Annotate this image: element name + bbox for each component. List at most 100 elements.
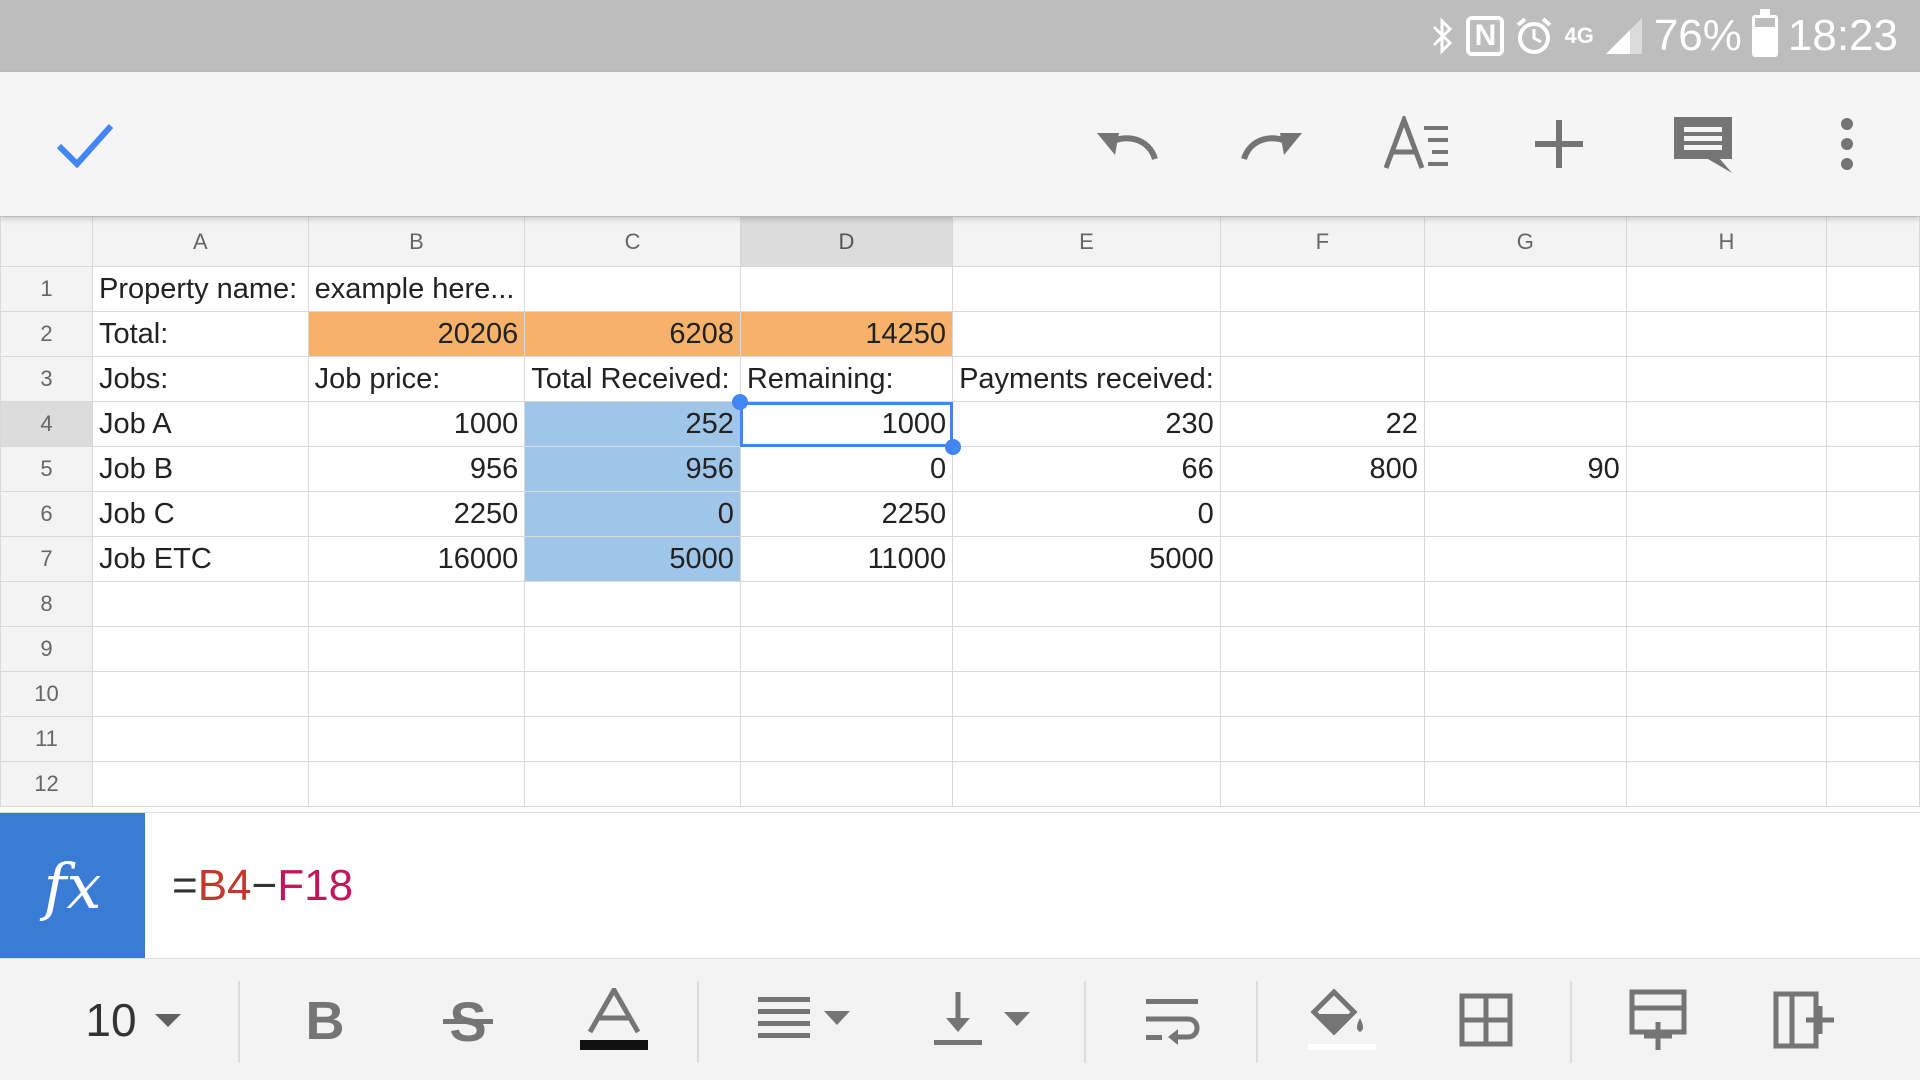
cell-h7[interactable] (1625, 536, 1828, 582)
cell-f4[interactable]: 22 (1219, 401, 1425, 447)
cell-h9[interactable] (1625, 626, 1828, 672)
cell-e6[interactable]: 0 (952, 491, 1221, 537)
cell-b7[interactable]: 16000 (307, 536, 526, 582)
column-header-a[interactable]: A (91, 216, 309, 267)
insert-column-button[interactable] (1762, 959, 1846, 1080)
cell-c3[interactable]: Total Received: (524, 356, 741, 402)
cell-a9[interactable] (91, 626, 309, 672)
borders-button[interactable] (1446, 959, 1526, 1080)
text-format-button[interactable] (1362, 72, 1472, 216)
cell-a2[interactable]: Total: (91, 311, 309, 357)
cell-e9[interactable] (952, 626, 1221, 672)
insert-button[interactable] (1504, 72, 1614, 216)
selection-handle-bottom[interactable] (944, 438, 961, 455)
cell-b3[interactable]: Job price: (307, 356, 526, 402)
cell-e7[interactable]: 5000 (952, 536, 1221, 582)
cell-g8[interactable] (1423, 581, 1627, 627)
cell-b6[interactable]: 2250 (307, 491, 526, 537)
row-header-3[interactable]: 3 (0, 356, 93, 402)
cell-a8[interactable] (91, 581, 309, 627)
strikethrough-button[interactable]: S (428, 959, 508, 1080)
cell-h5[interactable] (1625, 446, 1828, 492)
cell-d2[interactable]: 14250 (739, 311, 954, 357)
cell-g7[interactable] (1423, 536, 1627, 582)
cell-f1[interactable] (1219, 266, 1425, 312)
cell-c5[interactable]: 956 (524, 446, 741, 492)
row-header-2[interactable]: 2 (0, 311, 93, 357)
cell-d6[interactable]: 2250 (739, 491, 954, 537)
cell-b8[interactable] (307, 581, 526, 627)
cell-h10[interactable] (1625, 671, 1828, 717)
cell-d9[interactable] (739, 626, 954, 672)
cell-h2[interactable] (1625, 311, 1828, 357)
cell-g1[interactable] (1423, 266, 1627, 312)
cell-f3[interactable] (1219, 356, 1425, 402)
cell-g10[interactable] (1423, 671, 1627, 717)
cell-e11[interactable] (952, 716, 1221, 762)
cell-h12[interactable] (1625, 761, 1828, 807)
cell-f6[interactable] (1219, 491, 1425, 537)
cell-b1[interactable]: example here... (307, 266, 526, 312)
column-header-e[interactable]: E (952, 216, 1221, 267)
cell-h6[interactable] (1625, 491, 1828, 537)
cell-b4[interactable]: 1000 (307, 401, 526, 447)
cell-c11[interactable] (524, 716, 741, 762)
cell-b12[interactable] (307, 761, 526, 807)
cell-c4[interactable]: 252 (524, 401, 741, 447)
cell-a12[interactable] (91, 761, 309, 807)
cell-g5[interactable]: 90 (1423, 446, 1627, 492)
row-header-4[interactable]: 4 (0, 401, 93, 447)
row-header-1[interactable]: 1 (0, 266, 93, 312)
cell-b2[interactable]: 20206 (307, 311, 526, 357)
cell-c1[interactable] (524, 266, 741, 312)
text-wrap-button[interactable] (1130, 959, 1214, 1080)
cell-c8[interactable] (524, 581, 741, 627)
cell-g4[interactable] (1423, 401, 1627, 447)
spreadsheet-grid[interactable]: A B C D E F G H 1 Property name: example h… (0, 216, 1920, 812)
horizontal-align-button[interactable] (750, 959, 862, 1080)
column-header-f[interactable]: F (1219, 216, 1425, 267)
row-header-8[interactable]: 8 (0, 581, 93, 627)
column-header-b[interactable]: B (307, 216, 526, 267)
cell-d3[interactable]: Remaining: (739, 356, 954, 402)
cell-d10[interactable] (739, 671, 954, 717)
column-header-c[interactable]: C (524, 216, 741, 267)
cell-b11[interactable] (307, 716, 526, 762)
vertical-align-button[interactable] (928, 959, 1040, 1080)
cell-f8[interactable] (1219, 581, 1425, 627)
cell-a11[interactable] (91, 716, 309, 762)
cell-e10[interactable] (952, 671, 1221, 717)
row-header-6[interactable]: 6 (0, 491, 93, 537)
formula-input[interactable]: = B4− F18 (172, 813, 353, 959)
cell-e5[interactable]: 66 (952, 446, 1221, 492)
cell-h1[interactable] (1625, 266, 1828, 312)
cell-e12[interactable] (952, 761, 1221, 807)
cell-a4[interactable]: Job A (91, 401, 309, 447)
cell-d5[interactable]: 0 (739, 446, 954, 492)
column-header-g[interactable]: G (1423, 216, 1627, 267)
cell-f11[interactable] (1219, 716, 1425, 762)
bold-button[interactable]: B (285, 959, 365, 1080)
cell-c6[interactable]: 0 (524, 491, 741, 537)
row-header-11[interactable]: 11 (0, 716, 93, 762)
redo-button[interactable] (1216, 72, 1326, 216)
cell-e8[interactable] (952, 581, 1221, 627)
cell-g11[interactable] (1423, 716, 1627, 762)
text-color-button[interactable] (572, 959, 656, 1080)
cell-f10[interactable] (1219, 671, 1425, 717)
row-header-12[interactable]: 12 (0, 761, 93, 807)
selection-handle-top[interactable] (732, 393, 749, 410)
cell-a6[interactable]: Job C (91, 491, 309, 537)
cell-c12[interactable] (524, 761, 741, 807)
cell-h11[interactable] (1625, 716, 1828, 762)
cell-a7[interactable]: Job ETC (91, 536, 309, 582)
row-header-10[interactable]: 10 (0, 671, 93, 717)
cell-h3[interactable] (1625, 356, 1828, 402)
cell-d12[interactable] (739, 761, 954, 807)
cell-e4[interactable]: 230 (952, 401, 1221, 447)
cell-c2[interactable]: 6208 (524, 311, 741, 357)
cell-b5[interactable]: 956 (307, 446, 526, 492)
column-header-d[interactable]: D (739, 216, 954, 267)
fill-color-button[interactable] (1300, 959, 1384, 1080)
cell-e1[interactable] (952, 266, 1221, 312)
